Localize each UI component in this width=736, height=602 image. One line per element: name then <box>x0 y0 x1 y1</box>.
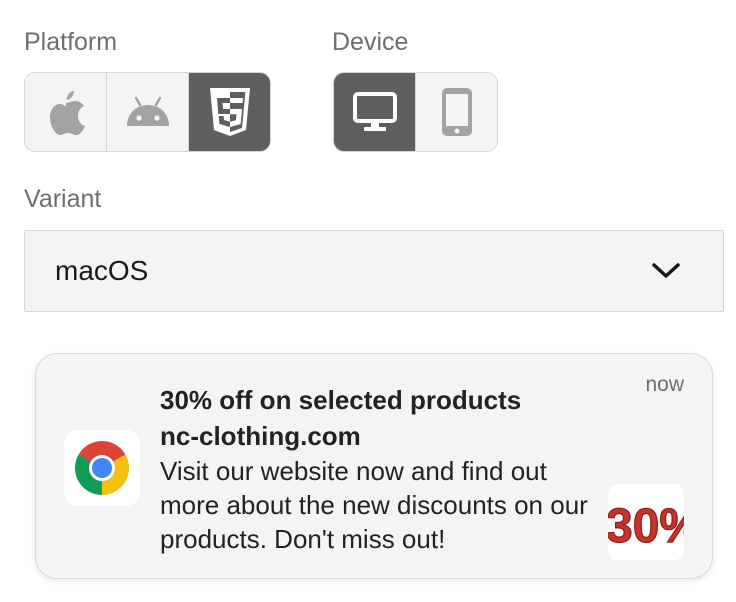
device-label: Device <box>332 28 409 56</box>
device-option-desktop[interactable] <box>334 73 416 151</box>
notification-card[interactable]: 30% off on selected products nc-clothing… <box>35 353 713 579</box>
variant-select-value: macOS <box>55 255 149 286</box>
mobile-icon <box>441 88 472 136</box>
chrome-icon <box>64 430 140 506</box>
notification-preview-panel: Platform Device Variant macOS 30% off on… <box>0 0 736 602</box>
notification-title: 30% off on selected products <box>160 385 522 415</box>
variant-label: Variant <box>24 185 102 213</box>
notification-time: now <box>645 373 684 396</box>
device-option-mobile[interactable] <box>416 73 497 151</box>
html5-icon <box>209 88 250 136</box>
platform-selector <box>24 72 271 152</box>
platform-option-android[interactable] <box>107 73 189 151</box>
platform-label: Platform <box>24 28 118 56</box>
platform-option-html5[interactable] <box>189 73 270 151</box>
variant-select[interactable]: macOS <box>24 230 724 312</box>
desktop-icon <box>352 92 397 131</box>
notification-site: nc-clothing.com <box>160 421 361 451</box>
apple-icon <box>49 91 85 135</box>
notification-image: 30% <box>608 484 684 560</box>
device-selector <box>333 72 498 152</box>
android-icon <box>126 96 169 126</box>
notification-body: Visit our website now and find out more … <box>160 456 588 554</box>
notification-image-text: 30% <box>608 500 684 553</box>
platform-option-apple[interactable] <box>25 73 107 151</box>
chevron-down-icon <box>652 263 680 278</box>
